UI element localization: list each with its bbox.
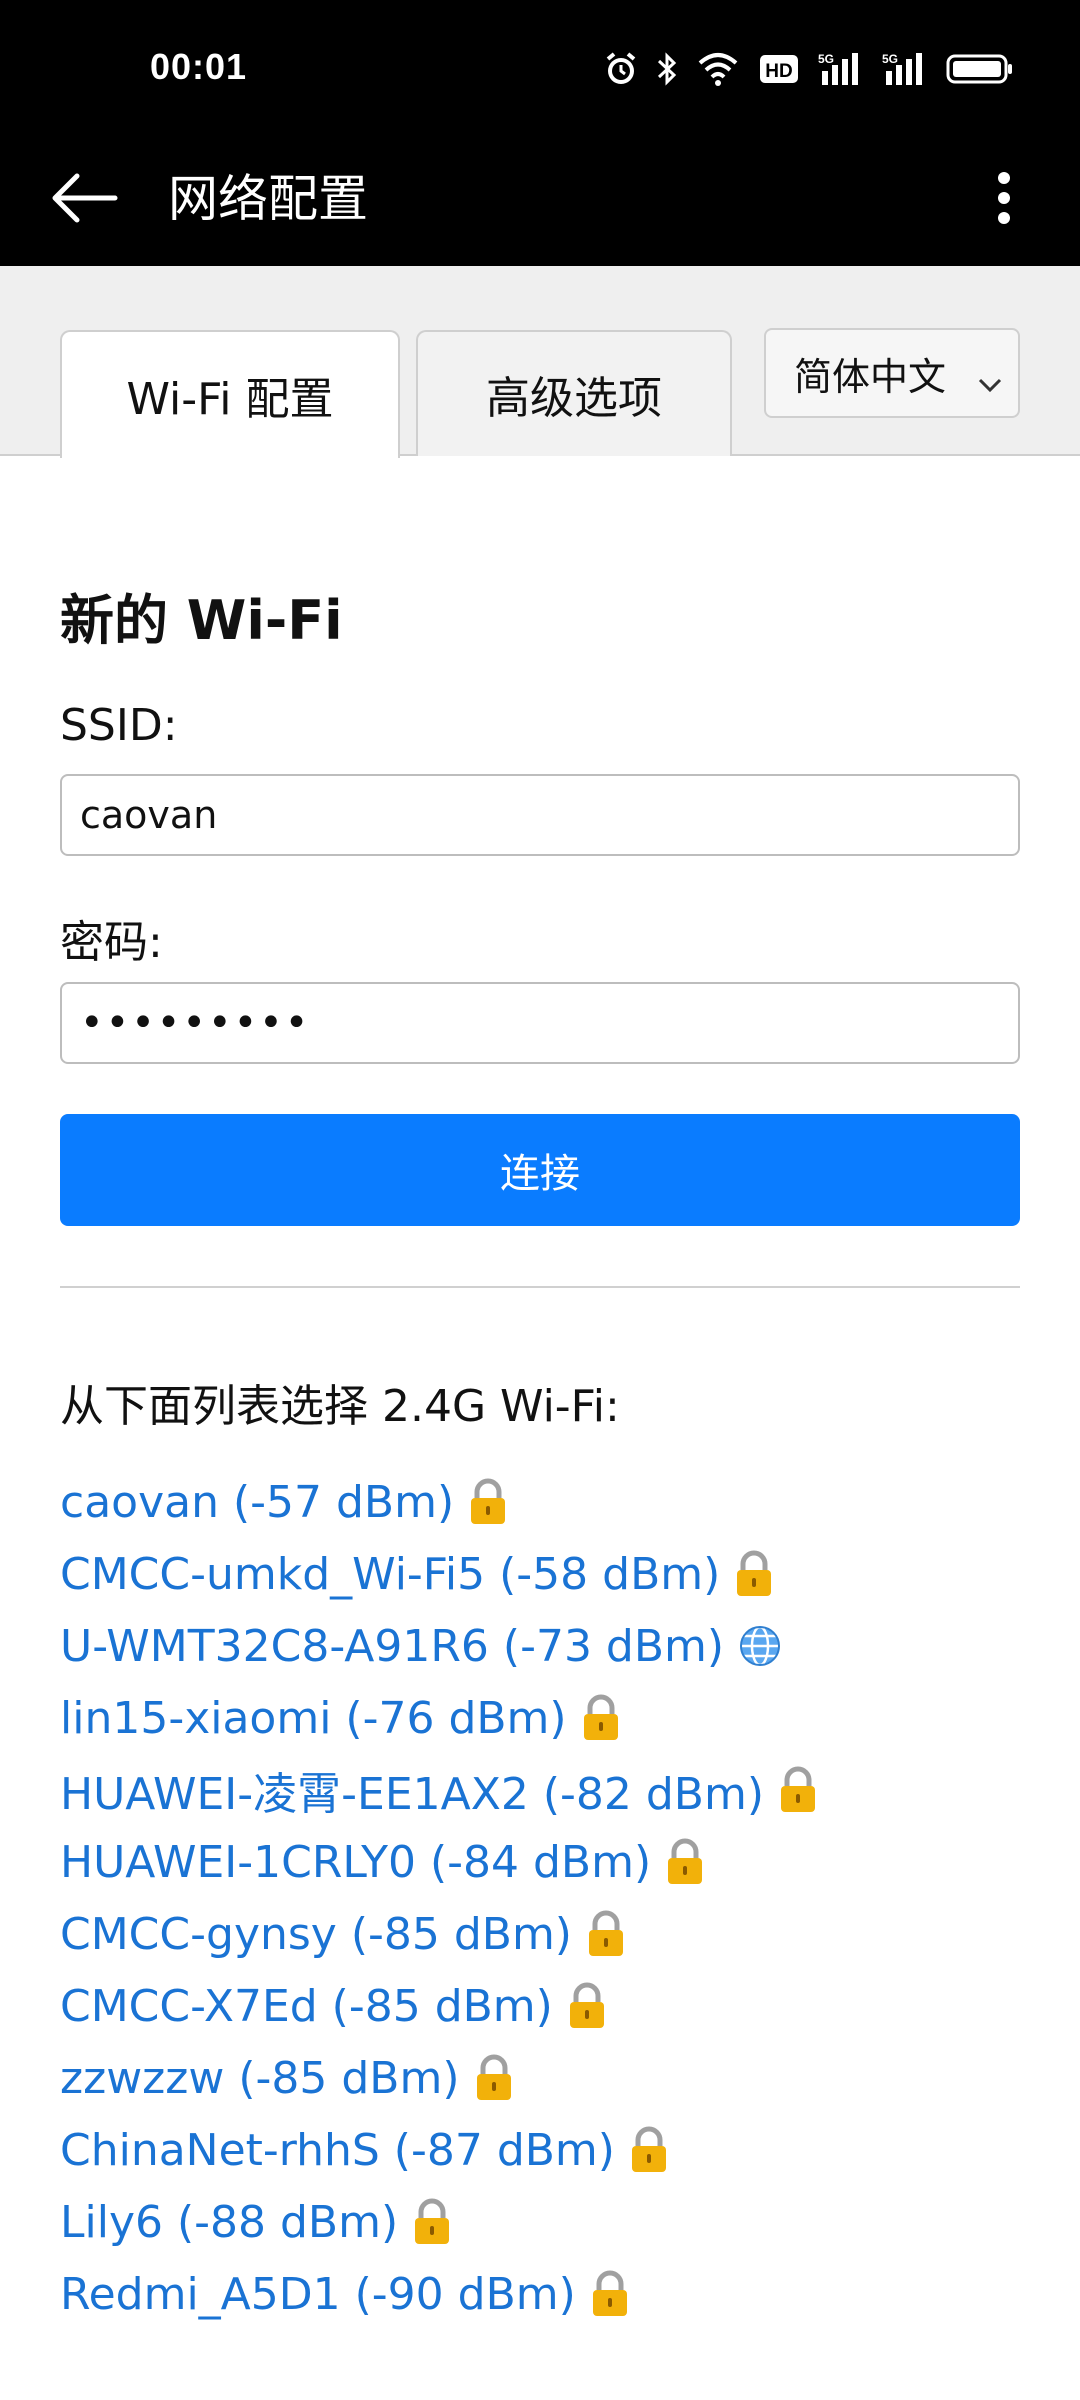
wifi-item-label: lin15-xiaomi (-76 dBm) xyxy=(60,1692,567,1744)
battery-icon xyxy=(946,52,1014,86)
lock-icon xyxy=(581,1694,621,1742)
lock-icon xyxy=(590,2270,630,2318)
arrow-left-icon xyxy=(49,173,119,227)
wifi-item-label: HUAWEI-凌霄-EE1AX2 (-82 dBm) xyxy=(60,1769,764,1820)
wifi-list-item[interactable]: U-WMT32C8-A91R6 (-73 dBm) xyxy=(60,1610,1020,1682)
tab-advanced-options[interactable]: 高级选项 xyxy=(416,330,732,456)
more-options-button[interactable] xyxy=(964,160,1044,240)
hd-icon: HD xyxy=(758,52,800,86)
ssid-label: SSID: xyxy=(60,700,178,751)
signal-5g-icon: 5G xyxy=(818,51,864,87)
ssid-input[interactable]: caovan xyxy=(60,774,1020,856)
password-value: ••••••••• xyxy=(80,1000,311,1046)
ssid-value: caovan xyxy=(80,793,218,837)
wifi-item-label: CMCC-X7Ed (-85 dBm) xyxy=(60,1980,553,2032)
wifi-list-item[interactable]: caovan (-57 dBm) xyxy=(60,1466,1020,1538)
wifi-list-item[interactable]: Lily6 (-88 dBm) xyxy=(60,2186,1020,2258)
wifi-item-label: U-WMT32C8-A91R6 (-73 dBm) xyxy=(60,1620,725,1672)
alarm-icon xyxy=(604,51,638,87)
wifi-list-item[interactable]: CMCC-gynsy (-85 dBm) xyxy=(60,1898,1020,1970)
wifi-list-heading: 从下面列表选择 2.4G Wi-Fi: xyxy=(60,1381,620,1432)
lock-icon xyxy=(468,1478,508,1526)
wifi-list-item[interactable]: Redmi_A5D1 (-90 dBm) xyxy=(60,2258,1020,2330)
signal-5g-icon: 5G xyxy=(882,51,928,87)
status-time: 00:01 xyxy=(150,46,248,87)
wifi-item-label: HUAWEI-1CRLY0 (-84 dBm) xyxy=(60,1836,652,1888)
page-title: 网络配置 xyxy=(168,170,368,228)
status-bar: 00:01 HD 5G 5G xyxy=(0,0,1080,138)
wifi-item-label: Lily6 (-88 dBm) xyxy=(60,2196,399,2248)
globe-icon xyxy=(738,1624,782,1668)
wifi-list-item[interactable]: lin15-xiaomi (-76 dBm) xyxy=(60,1682,1020,1754)
wifi-item-label: CMCC-gynsy (-85 dBm) xyxy=(60,1908,572,1960)
app-bar: 网络配置 xyxy=(0,138,1080,266)
wifi-list-item[interactable]: zzwzzw (-85 dBm) xyxy=(60,2042,1020,2114)
lock-icon xyxy=(665,1838,705,1886)
wifi-item-label: caovan (-57 dBm) xyxy=(60,1476,455,1528)
wifi-list-item[interactable]: HUAWEI-凌霄-EE1AX2 (-82 dBm) xyxy=(60,1754,1020,1826)
lock-icon xyxy=(474,2054,514,2102)
wifi-list-item[interactable]: HUAWEI-1CRLY0 (-84 dBm) xyxy=(60,1826,1020,1898)
tab-wifi-config[interactable]: Wi-Fi 配置 xyxy=(60,330,400,458)
lock-icon xyxy=(734,1550,774,1598)
lock-icon xyxy=(567,1982,607,2030)
section-title: 新的 Wi-Fi xyxy=(60,589,343,652)
tab-bar: Wi-Fi 配置 高级选项 简体中文 xyxy=(0,266,1080,458)
lock-icon xyxy=(778,1766,818,1814)
wifi-signal-icon xyxy=(696,51,740,87)
chevron-down-icon xyxy=(976,360,1004,404)
language-select-value: 简体中文 xyxy=(794,354,947,399)
status-icons: HD 5G 5G xyxy=(604,44,1014,94)
connect-button[interactable]: 连接 xyxy=(60,1114,1020,1226)
svg-text:HD: HD xyxy=(765,61,792,82)
wifi-list-item[interactable]: CMCC-umkd_Wi-Fi5 (-58 dBm) xyxy=(60,1538,1020,1610)
lock-icon xyxy=(412,2198,452,2246)
wifi-item-label: ChinaNet-rhhS (-87 dBm) xyxy=(60,2124,615,2176)
back-button[interactable] xyxy=(44,160,124,240)
divider xyxy=(60,1286,1020,1288)
svg-text:5G: 5G xyxy=(882,52,898,66)
password-label: 密码: xyxy=(60,917,163,968)
lock-icon xyxy=(629,2126,669,2174)
language-select[interactable]: 简体中文 xyxy=(764,328,1020,418)
wifi-item-label: Redmi_A5D1 (-90 dBm) xyxy=(60,2268,576,2320)
wifi-list-item[interactable]: ChinaNet-rhhS (-87 dBm) xyxy=(60,2114,1020,2186)
wifi-list: caovan (-57 dBm) CMCC-umkd_Wi-Fi5 (-58 d… xyxy=(60,1466,1020,2330)
wifi-list-item[interactable]: CMCC-X7Ed (-85 dBm) xyxy=(60,1970,1020,2042)
more-vert-icon xyxy=(996,170,1012,230)
bluetooth-icon xyxy=(656,51,678,87)
lock-icon xyxy=(586,1910,626,1958)
wifi-item-label: zzwzzw (-85 dBm) xyxy=(60,2052,460,2104)
svg-text:5G: 5G xyxy=(818,52,834,66)
password-input[interactable]: ••••••••• xyxy=(60,982,1020,1064)
wifi-item-label: CMCC-umkd_Wi-Fi5 (-58 dBm) xyxy=(60,1548,721,1600)
